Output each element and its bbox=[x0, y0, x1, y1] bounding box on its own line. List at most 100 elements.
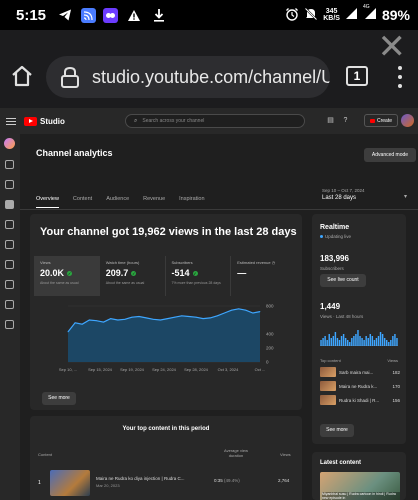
see-live-count-button[interactable]: See live count bbox=[320, 274, 366, 287]
feedback-icon[interactable]: ▤ bbox=[326, 116, 335, 125]
data-point bbox=[152, 318, 154, 320]
realtime-bar bbox=[330, 338, 333, 346]
realtime-bar bbox=[383, 338, 386, 346]
realtime-bar bbox=[332, 336, 335, 346]
copyright-icon[interactable] bbox=[5, 320, 14, 329]
tab-revenue[interactable]: Revenue bbox=[143, 196, 165, 208]
tab-content[interactable]: Content bbox=[73, 196, 92, 208]
table-row[interactable]: 1 Maira ne Rudra ko diya injection | Rud… bbox=[38, 470, 294, 500]
realtime-bar bbox=[392, 336, 394, 346]
realtime-bar bbox=[361, 338, 363, 346]
metric-subscribers[interactable]: Subscribers -514 ✓ 7% more than previous … bbox=[166, 256, 232, 296]
metric-watch-time[interactable]: Watch time (hours) 209.7 ✓ About the same… bbox=[100, 256, 166, 296]
tab-inspiration[interactable]: Inspiration bbox=[179, 196, 204, 208]
realtime-bar bbox=[367, 338, 369, 346]
status-bar: 5:15 345 KB/S 4G 89% bbox=[0, 0, 418, 30]
realtime-bar bbox=[328, 334, 330, 346]
subscriber-count: 183,996 bbox=[320, 254, 349, 263]
list-item[interactable]: Maira ne Rudra k... 170 bbox=[320, 380, 400, 392]
search-icon: ⌕ bbox=[134, 117, 138, 124]
lock-icon[interactable] bbox=[60, 66, 80, 88]
see-more-button[interactable]: See more bbox=[42, 392, 76, 405]
comments-icon[interactable] bbox=[5, 220, 14, 229]
data-point bbox=[110, 318, 112, 319]
video-thumbnail bbox=[320, 395, 336, 405]
browser-toolbar: ✕ studio.youtube.com/channel/UCV2p 1 bbox=[0, 30, 418, 120]
data-point bbox=[252, 312, 254, 314]
wifi-signal-icon bbox=[345, 7, 358, 23]
metric-revenue[interactable]: Estimated revenue ◷ — bbox=[231, 256, 296, 296]
realtime-card: Realtime Updating live 183,996 Subscribe… bbox=[312, 214, 406, 444]
network-speed: 345 KB/S bbox=[323, 8, 340, 22]
check-icon: ✓ bbox=[67, 270, 73, 276]
realtime-bar bbox=[338, 340, 341, 346]
top-content-card: Your top content in this period Content … bbox=[30, 416, 302, 500]
page-title: Channel analytics bbox=[36, 148, 113, 158]
clock: 5:15 bbox=[16, 6, 47, 24]
monetization-icon[interactable] bbox=[5, 260, 14, 269]
data-point bbox=[209, 317, 211, 319]
realtime-bar bbox=[394, 334, 396, 346]
metric-views[interactable]: Views 20.0K ✓ About the same as usual bbox=[34, 256, 100, 296]
channel-avatar[interactable] bbox=[4, 138, 15, 149]
account-avatar[interactable] bbox=[401, 114, 414, 127]
subtitles-icon[interactable] bbox=[5, 240, 14, 249]
realtime-bar bbox=[324, 336, 326, 346]
home-icon[interactable] bbox=[10, 64, 34, 88]
metric-tabs: Views 20.0K ✓ About the same as usual Wat… bbox=[34, 256, 296, 296]
url-text[interactable]: studio.youtube.com/channel/UCV2p bbox=[92, 67, 330, 88]
studio-logo[interactable]: Studio bbox=[24, 116, 65, 126]
video-thumbnail[interactable] bbox=[50, 470, 90, 496]
realtime-bar bbox=[351, 338, 353, 346]
date-range-selector[interactable]: Last 28 days bbox=[322, 195, 356, 201]
data-point bbox=[81, 323, 83, 325]
realtime-bar bbox=[334, 332, 337, 346]
views-chart[interactable]: 800 400 200 0 Sep 10, ... Sep 15, 2024 Sep 19,… bbox=[34, 302, 296, 382]
list-item[interactable]: Rudra ki Shadi | R... 156 bbox=[320, 394, 400, 406]
search-input[interactable]: ⌕ Search across your channel bbox=[125, 114, 305, 128]
menu-icon[interactable] bbox=[6, 117, 16, 125]
customization-icon[interactable] bbox=[5, 280, 14, 289]
studio-sidebar bbox=[0, 134, 20, 500]
data-point bbox=[117, 319, 119, 321]
dashboard-icon[interactable] bbox=[5, 160, 14, 169]
realtime-bar bbox=[373, 340, 376, 346]
list-item[interactable]: Sarb maira mai... 182 bbox=[320, 366, 400, 378]
address-bar[interactable]: studio.youtube.com/channel/UCV2p bbox=[46, 56, 330, 98]
realtime-bar bbox=[363, 340, 365, 346]
browser-menu-icon[interactable] bbox=[398, 66, 402, 88]
check-icon: ✓ bbox=[131, 270, 137, 276]
realtime-bar bbox=[381, 334, 384, 346]
alarm-icon bbox=[285, 7, 299, 24]
audio-library-icon[interactable] bbox=[5, 300, 14, 309]
realtime-bar bbox=[371, 336, 374, 346]
analytics-icon[interactable] bbox=[5, 200, 14, 209]
battery-level: 89% bbox=[381, 7, 410, 23]
create-button[interactable]: Create bbox=[364, 114, 399, 127]
realtime-bar bbox=[357, 330, 359, 346]
warning-icon bbox=[125, 6, 143, 24]
realtime-bar bbox=[369, 334, 372, 346]
y-tick-label: 0 bbox=[266, 360, 269, 365]
data-point bbox=[160, 319, 161, 321]
advanced-mode-button[interactable]: Advanced mode bbox=[364, 148, 416, 162]
data-point bbox=[259, 311, 261, 312]
realtime-bar bbox=[375, 338, 378, 346]
data-point bbox=[174, 316, 176, 318]
tab-switcher-button[interactable]: 1 bbox=[346, 66, 368, 86]
views-chart-svg: 800 400 200 0 Sep 10, ... Sep 15, 2024 Sep 19,… bbox=[59, 304, 274, 373]
realtime-bar bbox=[353, 336, 355, 346]
realtime-bar bbox=[379, 332, 382, 346]
tab-audience[interactable]: Audience bbox=[106, 196, 129, 208]
tabs-divider bbox=[20, 209, 418, 210]
help-icon[interactable]: ? bbox=[341, 116, 350, 125]
close-icon[interactable]: ✕ bbox=[378, 30, 407, 64]
realtime-see-more-button[interactable]: See more bbox=[320, 424, 354, 437]
chevron-down-icon[interactable]: ▾ bbox=[404, 193, 407, 200]
content-icon[interactable] bbox=[5, 180, 14, 189]
video-thumbnail[interactable]: Miyanbhai susu | Rudra cartoon in hindi … bbox=[320, 472, 400, 500]
date-range-text[interactable]: Sep 10 – Oct 7, 2024 bbox=[322, 188, 365, 193]
tab-overview[interactable]: Overview bbox=[36, 196, 59, 208]
data-point bbox=[145, 317, 147, 319]
data-point bbox=[167, 318, 168, 319]
